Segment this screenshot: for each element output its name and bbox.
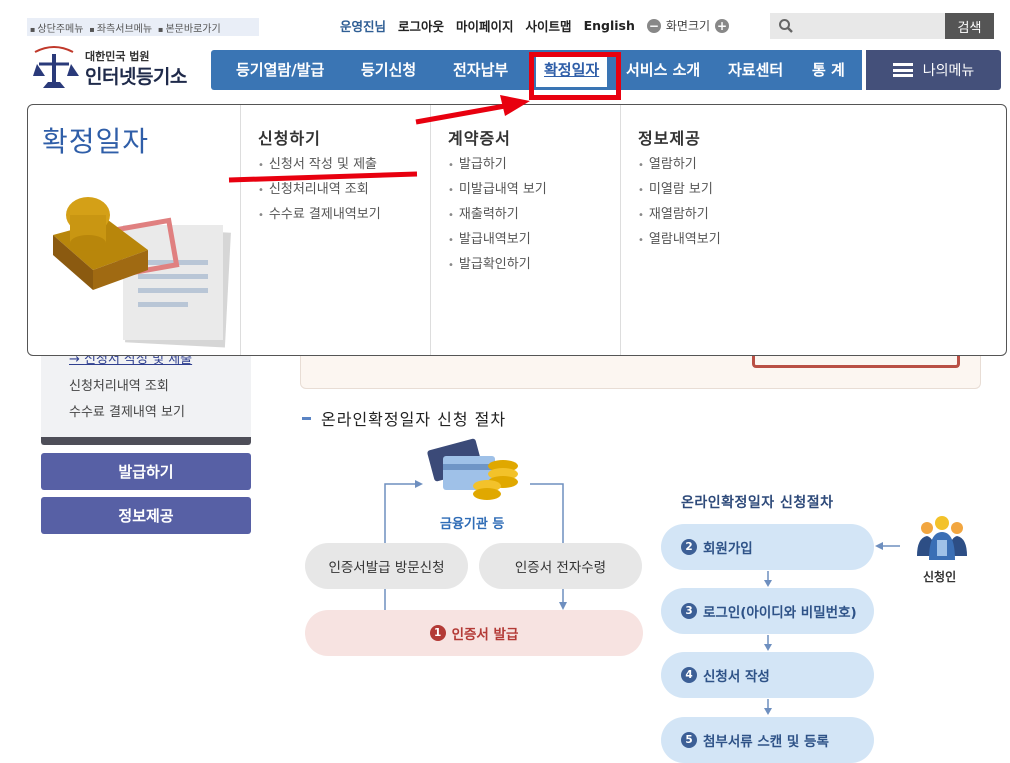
hamburger-icon xyxy=(892,63,913,77)
step-signup-label: 회원가입 xyxy=(703,541,753,557)
nav-service-intro[interactable]: 서비스 소개 xyxy=(626,50,700,90)
my-menu-label: 나의메뉴 xyxy=(922,63,975,79)
mega-title: 확정일자 xyxy=(42,125,150,158)
mega-col-info-title: 정보제공 xyxy=(638,129,701,148)
skip-link-top-menu[interactable]: 상단주메뉴 xyxy=(30,20,83,35)
nav-resource-center[interactable]: 자료센터 xyxy=(728,50,783,90)
logo-title: 인터넷등기소 xyxy=(85,66,187,88)
step-write-form: 4 신청서 작성 xyxy=(661,652,874,698)
side-item-fee[interactable]: 수수료 결제내역 보기 xyxy=(69,401,185,420)
search-bar: 검색 xyxy=(770,13,994,39)
search-button[interactable]: 검색 xyxy=(945,13,994,39)
highlight-box xyxy=(529,52,621,100)
logout-link[interactable]: 로그아웃 xyxy=(398,16,444,35)
applicant-people-icon xyxy=(917,516,967,560)
user-name: 운영진님 xyxy=(340,19,387,34)
visit-application-step: 인증서발급 방문신청 xyxy=(305,543,468,589)
zoom-label: 화면크기 xyxy=(665,19,711,33)
nav-statistics[interactable]: 통 계 xyxy=(812,50,845,90)
nav-registry-view[interactable]: 등기열람/발급 xyxy=(236,50,324,90)
mega-apply-history[interactable]: 신청처리내역 조회 xyxy=(258,180,381,205)
step-attach-scan: 5 첨부서류 스캔 및 등록 xyxy=(661,717,874,763)
search-icon xyxy=(779,19,793,33)
applicant-label: 신청인 xyxy=(923,570,957,584)
skip-link-content[interactable]: 본문바로가기 xyxy=(158,20,220,35)
mega-divider-1 xyxy=(240,105,241,355)
step-number: 4 xyxy=(681,667,697,683)
section-title: 온라인확정일자 신청 절차 xyxy=(302,406,506,430)
certificate-issue-step: 1 인증서 발급 xyxy=(305,610,643,656)
nav-registry-apply[interactable]: 등기신청 xyxy=(361,50,416,90)
step-number: 5 xyxy=(681,732,697,748)
mega-col-info-list: 열람하기 미열람 보기 재열람하기 열람내역보기 xyxy=(638,155,721,255)
step-write-form-label: 신청서 작성 xyxy=(703,669,770,685)
side-menu-bottom-bar xyxy=(41,437,251,445)
stamp-document-icon xyxy=(53,197,231,348)
side-info-button[interactable]: 정보제공 xyxy=(41,497,251,534)
section-title-marker xyxy=(302,416,311,420)
step-signup: 2 회원가입 xyxy=(661,524,874,570)
zoom-in-icon[interactable]: + xyxy=(715,18,730,33)
mega-info-review[interactable]: 재열람하기 xyxy=(638,205,721,230)
mega-info-view[interactable]: 열람하기 xyxy=(638,155,721,180)
electronic-receipt-step: 인증서 전자수령 xyxy=(479,543,642,589)
mega-contract-verify[interactable]: 발급확인하기 xyxy=(448,255,547,280)
nav-e-payment[interactable]: 전자납부 xyxy=(453,50,508,90)
mega-contract-issued-list[interactable]: 발급내역보기 xyxy=(448,230,547,255)
court-emblem-icon xyxy=(33,46,79,88)
mypage-link[interactable]: 마이페이지 xyxy=(456,16,514,35)
mega-contract-issue[interactable]: 발급하기 xyxy=(448,155,547,180)
step-attach-scan-label: 첨부서류 스캔 및 등록 xyxy=(703,734,829,750)
step-login-label: 로그인(아이디와 비밀번호) xyxy=(703,605,857,621)
mega-dropdown: 확정일자 신청하기 신청서 작성 및 제출 신청처리내역 조회 수수료 결제내역… xyxy=(27,104,1007,356)
finance-cards-icon xyxy=(427,438,518,500)
finance-label: 금융기관 등 xyxy=(440,517,505,532)
search-input[interactable] xyxy=(770,13,945,39)
mega-col-contract-title: 계약증서 xyxy=(448,129,511,148)
mega-col-apply-list: 신청서 작성 및 제출 신청처리내역 조회 수수료 결제내역보기 xyxy=(258,155,381,230)
english-link[interactable]: English xyxy=(584,18,635,33)
mega-contract-unissued[interactable]: 미발급내역 보기 xyxy=(448,180,547,205)
step-login: 3 로그인(아이디와 비밀번호) xyxy=(661,588,874,634)
side-issue-button[interactable]: 발급하기 xyxy=(41,453,251,490)
mega-col-apply-title: 신청하기 xyxy=(258,129,321,148)
mega-apply-fee[interactable]: 수수료 결제내역보기 xyxy=(258,205,381,230)
step-number: 2 xyxy=(681,539,697,555)
mega-info-unviewed[interactable]: 미열람 보기 xyxy=(638,180,721,205)
mega-info-view-history[interactable]: 열람내역보기 xyxy=(638,230,721,255)
step-number: 1 xyxy=(429,625,446,641)
mega-apply-write-submit[interactable]: 신청서 작성 및 제출 xyxy=(258,155,381,180)
utility-bar: 운영진님 로그아웃 마이페이지 사이트맵 English − 화면크기 + xyxy=(340,16,730,35)
mega-contract-reprint[interactable]: 재출력하기 xyxy=(448,205,547,230)
procedure-title: 온라인확정일자 신청절차 xyxy=(681,495,834,511)
sitemap-link[interactable]: 사이트맵 xyxy=(526,16,572,35)
mega-divider-2 xyxy=(430,105,431,355)
site-logo[interactable]: 대한민국 법원 인터넷등기소 xyxy=(27,44,197,94)
zoom-control: − 화면크기 + xyxy=(646,17,730,34)
section-title-text: 온라인확정일자 신청 절차 xyxy=(321,410,507,429)
my-menu-button[interactable]: 나의메뉴 xyxy=(866,50,1001,90)
step-number: 3 xyxy=(681,603,697,619)
skip-links: 상단주메뉴 좌측서브메뉴 본문바로가기 xyxy=(27,18,259,36)
skip-link-side-menu[interactable]: 좌측서브메뉴 xyxy=(89,20,152,35)
certificate-issue-label: 인증서 발급 xyxy=(451,627,519,643)
mega-divider-3 xyxy=(620,105,621,355)
mega-col-contract-list: 발급하기 미발급내역 보기 재출력하기 발급내역보기 발급확인하기 xyxy=(448,155,547,280)
side-item-history[interactable]: 신청처리내역 조회 xyxy=(69,375,169,394)
zoom-out-icon[interactable]: − xyxy=(646,18,661,33)
